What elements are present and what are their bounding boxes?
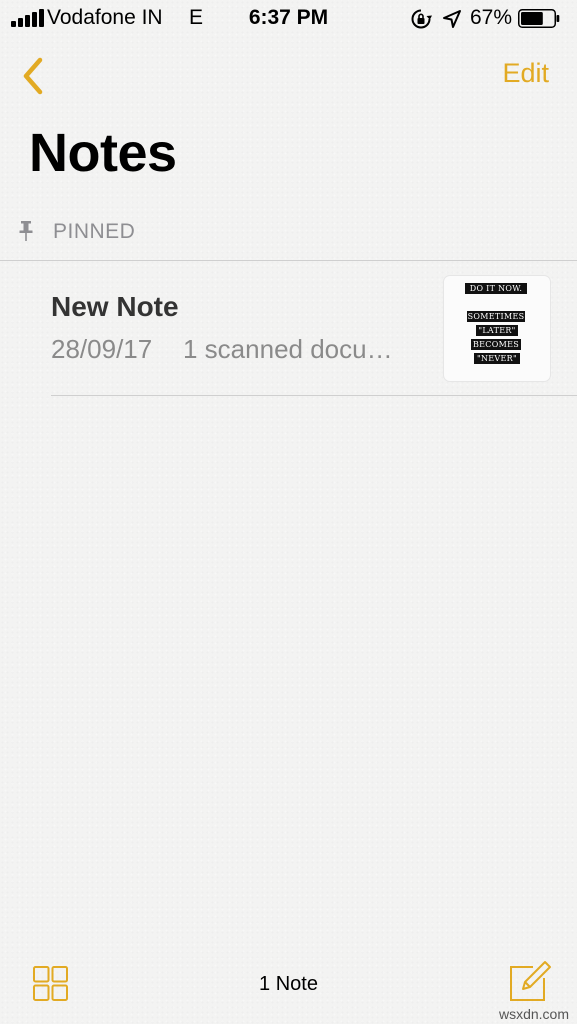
back-button[interactable]	[14, 52, 54, 100]
thumbnail-text-line: SOMETIMES	[467, 311, 525, 322]
thumbnail-text-line: DO IT NOW.	[465, 283, 527, 294]
pinned-label: PINNED	[53, 220, 136, 243]
note-row[interactable]: New Note 28/09/17 1 scanned docu… DO IT …	[0, 261, 577, 396]
note-count: 1 Note	[259, 973, 318, 995]
page-title: Notes	[29, 123, 177, 183]
watermark: wsxdn.com	[498, 1006, 569, 1022]
battery-percent: 67%	[470, 6, 513, 29]
thumbnail-text-line: BECOMES	[471, 339, 521, 350]
thumbnail-text-line: "LATER"	[476, 325, 518, 336]
compose-icon	[510, 961, 551, 1001]
note-thumbnail: DO IT NOW. SOMETIMES "LATER" BECOMES "NE…	[444, 276, 550, 381]
note-divider	[51, 395, 577, 396]
edit-button[interactable]: Edit	[502, 58, 549, 89]
chevron-left-icon	[23, 57, 43, 95]
note-title: New Note	[51, 291, 179, 322]
note-date: 28/09/17	[51, 334, 153, 364]
battery-icon	[518, 9, 560, 28]
note-preview: 1 scanned docu…	[183, 334, 393, 364]
compose-button[interactable]	[509, 958, 553, 1002]
pinned-section-header: PINNED	[0, 216, 577, 260]
rotation-lock-icon	[411, 9, 432, 29]
thumbnail-text-line: "NEVER"	[474, 353, 520, 364]
pin-icon	[19, 221, 33, 241]
location-arrow-icon	[443, 10, 461, 28]
status-bar: Vodafone IN E 6:37 PM 67%	[0, 0, 577, 38]
